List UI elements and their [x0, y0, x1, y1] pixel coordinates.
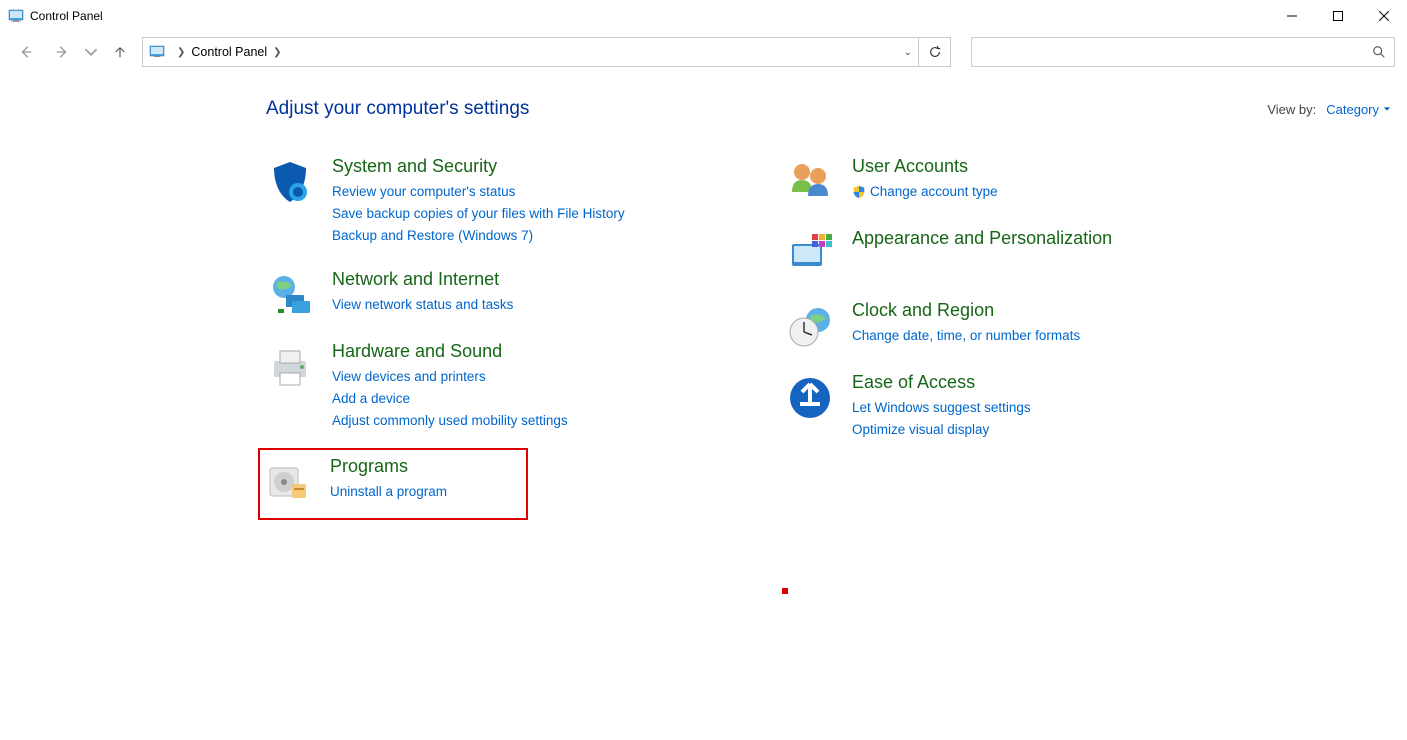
ease-of-access-icon[interactable]: [786, 374, 834, 422]
viewby-selector[interactable]: Category: [1326, 102, 1391, 117]
forward-button[interactable]: [48, 38, 76, 66]
category-network-internet: Network and Internet View network status…: [266, 269, 686, 319]
page-title: Adjust your computer's settings: [266, 98, 1267, 120]
category-system-security: System and Security Review your computer…: [266, 156, 686, 247]
category-link[interactable]: Review your computer's status: [332, 181, 625, 203]
history-dropdown[interactable]: [84, 38, 98, 66]
breadcrumb-separator[interactable]: ❯: [177, 47, 185, 58]
back-button[interactable]: [12, 38, 40, 66]
category-link[interactable]: Save backup copies of your files with Fi…: [332, 203, 625, 225]
maximize-button[interactable]: [1315, 0, 1361, 32]
breadcrumb-root[interactable]: Control Panel: [191, 45, 267, 59]
users-icon[interactable]: [786, 158, 834, 206]
address-bar[interactable]: ❯ Control Panel ❯ ⌄: [142, 37, 919, 67]
window-title: Control Panel: [30, 9, 1269, 23]
viewby-value: Category: [1326, 102, 1379, 117]
shield-icon[interactable]: [266, 158, 314, 206]
navigation-bar: ❯ Control Panel ❯ ⌄: [0, 32, 1407, 72]
content-area: Adjust your computer's settings View by:…: [0, 72, 1407, 520]
category-title[interactable]: Clock and Region: [852, 300, 1080, 321]
search-box[interactable]: [971, 37, 1395, 67]
category-link[interactable]: Add a device: [332, 388, 568, 410]
control-panel-icon: [8, 8, 24, 24]
category-hardware-sound: Hardware and Sound View devices and prin…: [266, 341, 686, 432]
title-bar: Control Panel: [0, 0, 1407, 32]
up-button[interactable]: [106, 38, 134, 66]
uac-shield-icon: [852, 185, 866, 199]
address-dropdown[interactable]: ⌄: [904, 47, 912, 58]
category-title[interactable]: Programs: [330, 456, 447, 477]
viewby-label: View by:: [1267, 102, 1316, 117]
category-link[interactable]: View devices and printers: [332, 366, 568, 388]
clock-globe-icon[interactable]: [786, 302, 834, 350]
highlighted-programs: Programs Uninstall a program: [258, 448, 528, 520]
category-title[interactable]: Appearance and Personalization: [852, 228, 1112, 249]
close-button[interactable]: [1361, 0, 1407, 32]
minimize-button[interactable]: [1269, 0, 1315, 32]
category-user-accounts: User Accounts Change account type: [786, 156, 1206, 206]
appearance-icon[interactable]: [786, 230, 834, 278]
category-link[interactable]: Adjust commonly used mobility settings: [332, 410, 568, 432]
left-column: System and Security Review your computer…: [266, 156, 686, 520]
annotation-dot: [782, 588, 788, 594]
category-title[interactable]: User Accounts: [852, 156, 998, 177]
category-title[interactable]: Ease of Access: [852, 372, 1031, 393]
search-input[interactable]: [980, 45, 1372, 59]
printer-icon[interactable]: [266, 343, 314, 391]
category-title[interactable]: Hardware and Sound: [332, 341, 568, 362]
category-title[interactable]: Network and Internet: [332, 269, 513, 290]
category-ease-of-access: Ease of Access Let Windows suggest setti…: [786, 372, 1206, 441]
category-clock-region: Clock and Region Change date, time, or n…: [786, 300, 1206, 350]
globe-network-icon[interactable]: [266, 271, 314, 319]
category-link[interactable]: Change account type: [870, 181, 998, 203]
refresh-button[interactable]: [919, 37, 951, 67]
category-link[interactable]: Uninstall a program: [330, 481, 447, 503]
category-link[interactable]: Backup and Restore (Windows 7): [332, 225, 625, 247]
programs-icon[interactable]: [264, 458, 312, 506]
category-programs: Programs Uninstall a program: [264, 456, 522, 506]
category-link[interactable]: View network status and tasks: [332, 294, 513, 316]
control-panel-icon: [149, 44, 165, 60]
breadcrumb-separator[interactable]: ❯: [273, 47, 281, 58]
right-column: User Accounts Change account type: [786, 156, 1206, 520]
category-link[interactable]: Change date, time, or number formats: [852, 325, 1080, 347]
search-icon: [1372, 45, 1386, 59]
chevron-down-icon: [1383, 105, 1391, 113]
category-appearance-personalization: Appearance and Personalization: [786, 228, 1206, 278]
category-link[interactable]: Optimize visual display: [852, 419, 1031, 441]
category-link[interactable]: Let Windows suggest settings: [852, 397, 1031, 419]
category-title[interactable]: System and Security: [332, 156, 625, 177]
